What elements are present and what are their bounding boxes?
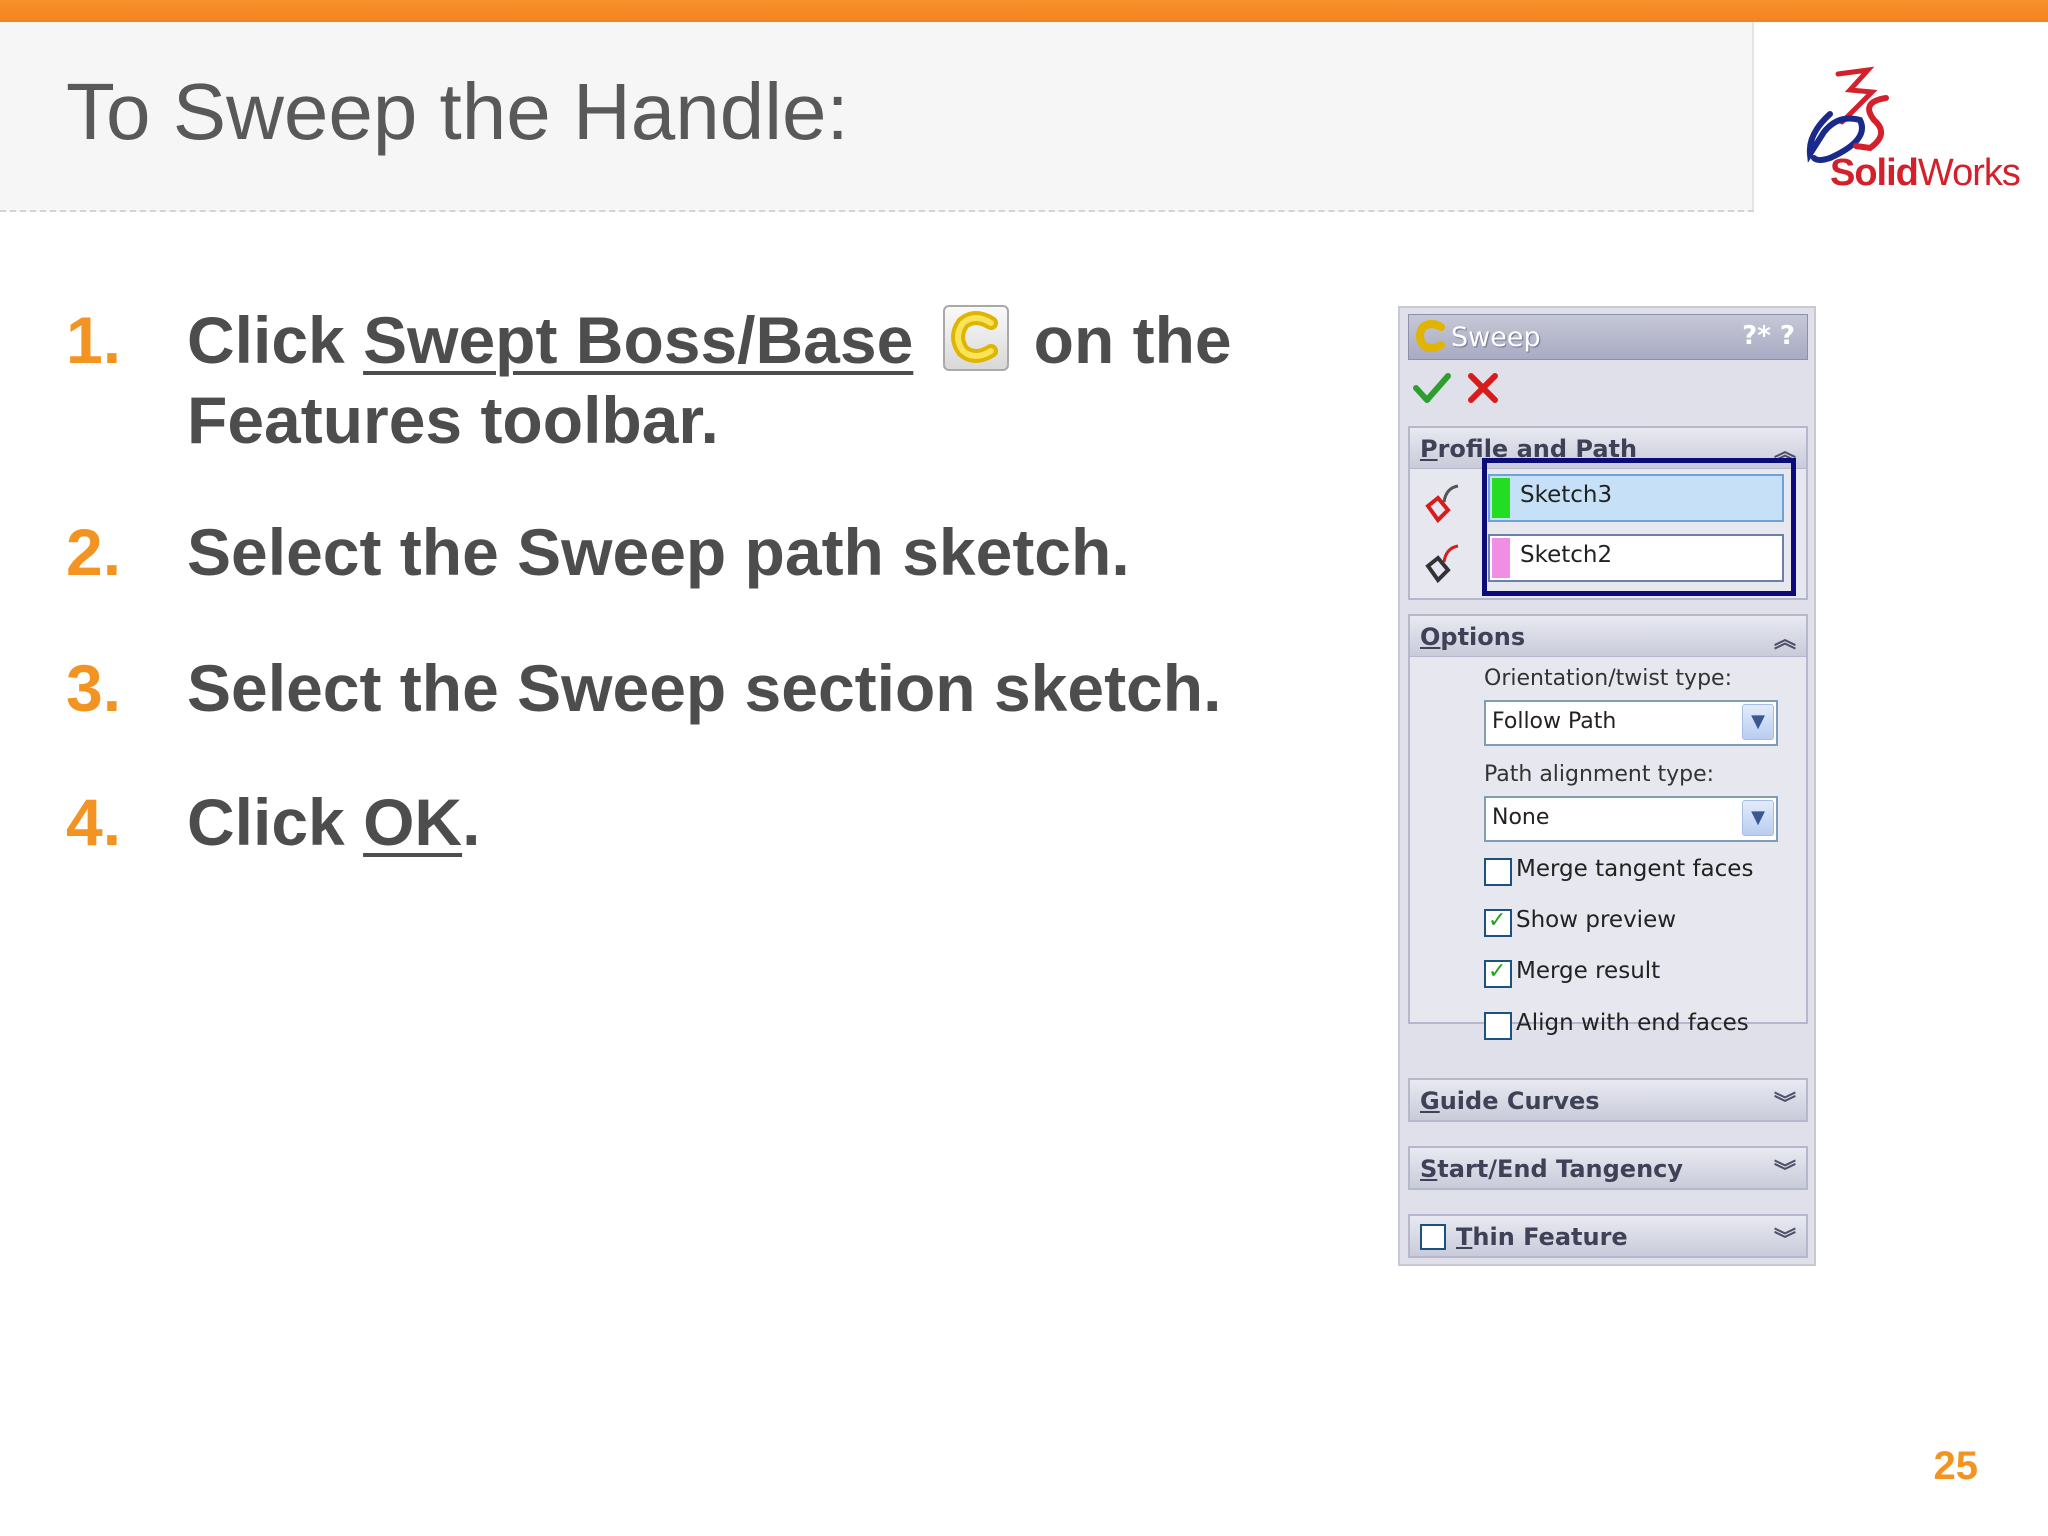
pm-title: Sweep — [1451, 322, 1541, 353]
orientation-dropdown[interactable]: Follow Path ▼ — [1484, 700, 1778, 746]
cancel-x-icon[interactable] — [1466, 370, 1500, 406]
expand-chevron-icon[interactable]: ︾ — [1774, 1222, 1796, 1254]
ok-check-icon[interactable] — [1412, 370, 1452, 406]
page-number: 25 — [1933, 1444, 1979, 1488]
dropdown-arrow-icon[interactable]: ▼ — [1742, 800, 1774, 836]
path-color-swatch — [1492, 538, 1510, 578]
help-icon[interactable]: ? — [1780, 321, 1795, 351]
checkmark-icon: ✓ — [1488, 959, 1507, 984]
profile-icon — [1425, 484, 1459, 524]
options-header[interactable]: Options ︽ — [1410, 616, 1806, 657]
top-accent-bar — [0, 0, 2048, 22]
expand-chevron-icon[interactable]: ︾ — [1774, 1086, 1796, 1118]
path-alignment-label: Path alignment type: — [1484, 762, 1715, 787]
collapse-chevron-icon[interactable]: ︽ — [1774, 622, 1796, 654]
slide-title: To Sweep the Handle: — [66, 67, 849, 156]
dropdown-arrow-icon[interactable]: ▼ — [1742, 704, 1774, 740]
expand-chevron-icon[interactable]: ︾ — [1774, 1154, 1796, 1186]
path-alignment-dropdown[interactable]: None ▼ — [1484, 796, 1778, 842]
sweep-property-manager: Sweep ?* ? Profile and Path ︽ Sketch3 Sk… — [1398, 306, 1816, 1266]
solidworks-wordmark: SolidWorks — [1830, 152, 2021, 194]
thin-feature-group[interactable]: Thin Feature ︾ — [1408, 1214, 1808, 1258]
swept-boss-base-icon[interactable] — [943, 305, 1010, 371]
sweep-icon — [1416, 320, 1445, 352]
pm-header: Sweep ?* ? — [1408, 314, 1808, 360]
orientation-label: Orientation/twist type: — [1484, 666, 1732, 691]
path-selection-box[interactable]: Sketch2 — [1488, 534, 1784, 582]
path-icon — [1425, 544, 1459, 584]
options-group: Options ︽ Orientation/twist type: Follow… — [1408, 614, 1808, 1040]
checkmark-icon: ✓ — [1488, 908, 1507, 933]
profile-color-swatch — [1492, 478, 1510, 518]
whats-new-help-icon[interactable]: ?* — [1742, 321, 1771, 351]
swept-boss-base-link[interactable]: Swept Boss/Base — [363, 303, 913, 377]
ok-link[interactable]: OK — [363, 785, 462, 859]
thin-feature-checkbox[interactable] — [1420, 1224, 1446, 1250]
start-end-tangency-group[interactable]: Start/End Tangency ︾ — [1408, 1146, 1808, 1190]
guide-curves-group[interactable]: Guide Curves ︾ — [1408, 1078, 1808, 1122]
profile-path-group: Profile and Path ︽ Sketch3 Sketch2 — [1408, 426, 1808, 600]
profile-selection-box[interactable]: Sketch3 — [1488, 474, 1784, 522]
